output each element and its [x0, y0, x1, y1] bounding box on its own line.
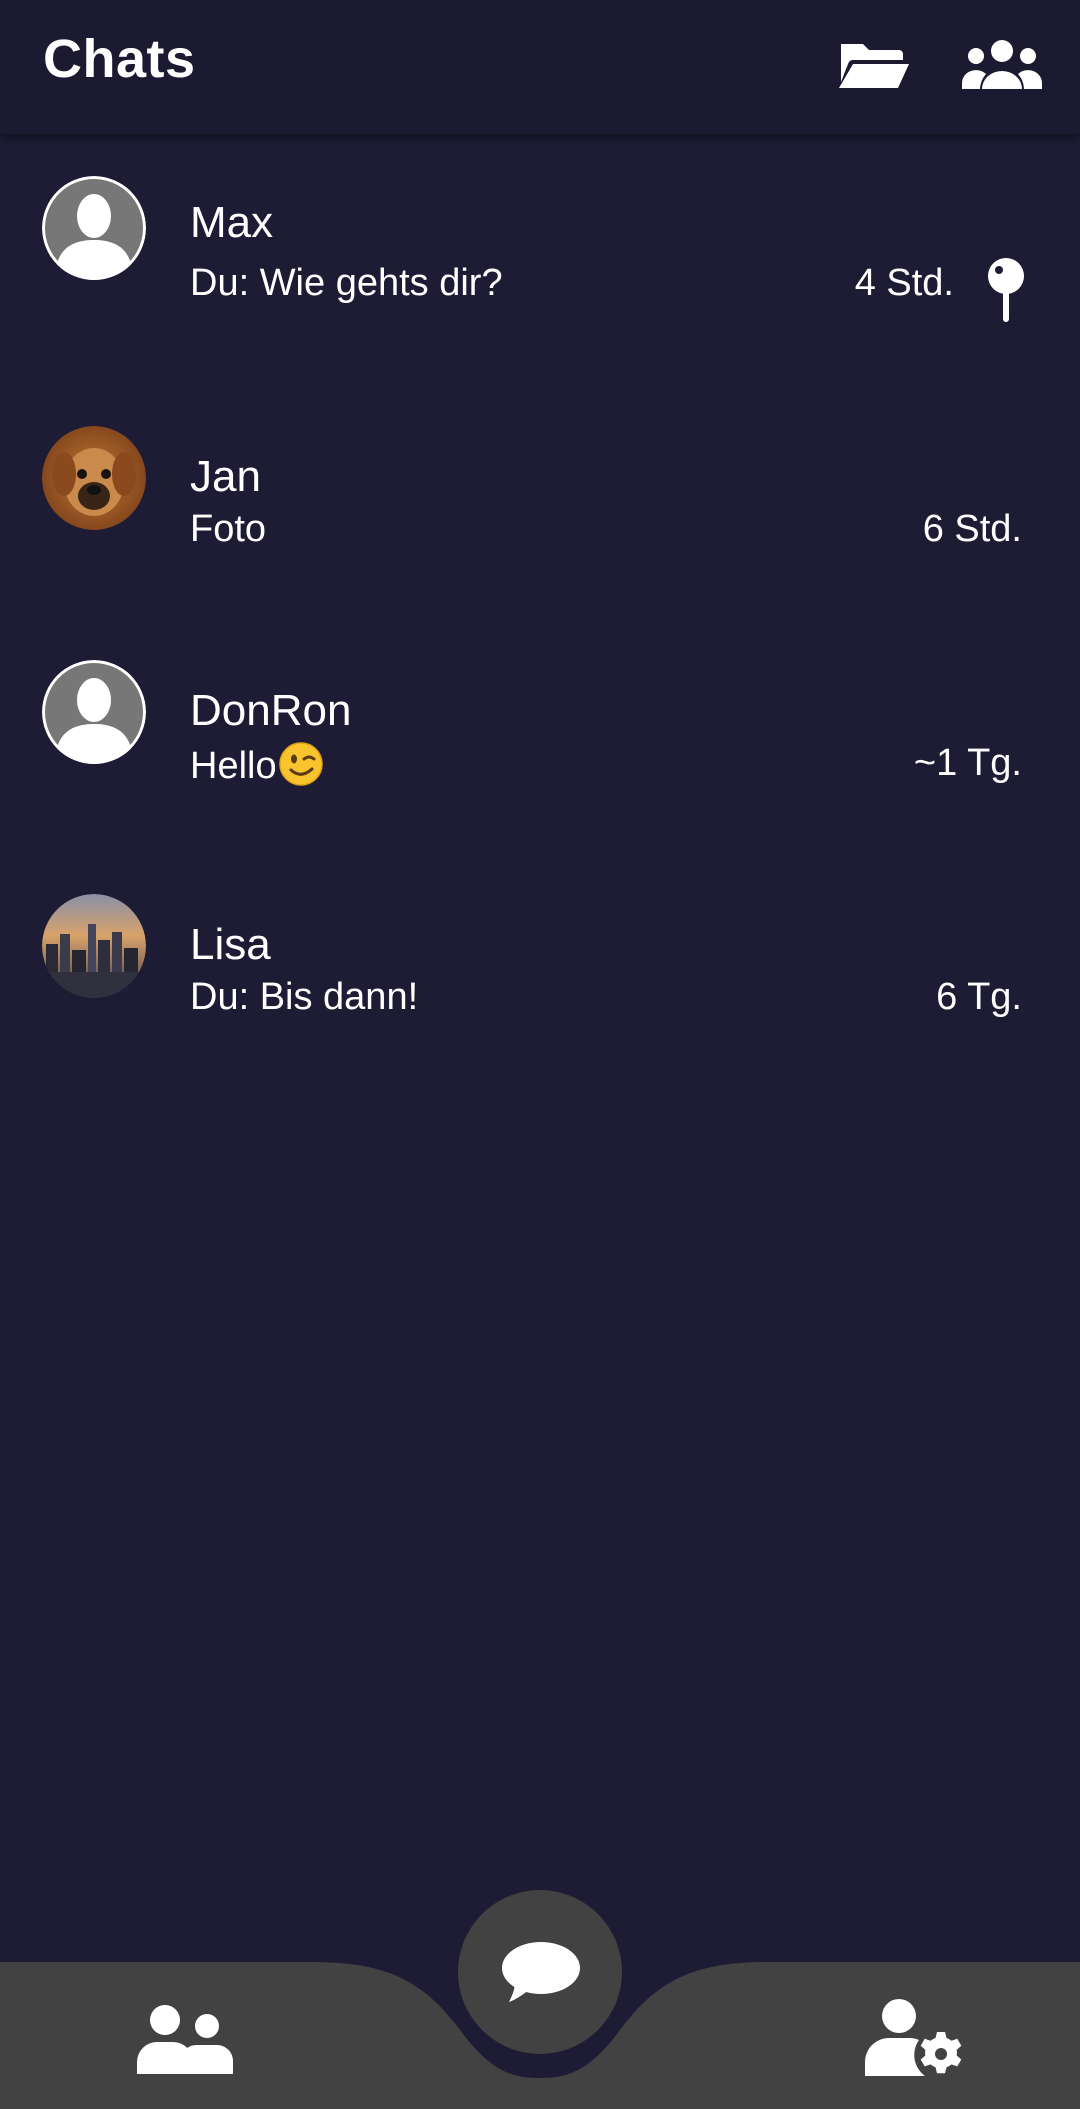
chat-name: Lisa: [190, 920, 271, 969]
winking-face-emoji: [278, 742, 323, 786]
page-title: Chats: [43, 29, 196, 89]
contacts-icon[interactable]: [120, 1990, 250, 2090]
chat-name: Jan: [190, 452, 261, 501]
chat-item-donron[interactable]: DonRon Hello ~1 Tg.: [0, 656, 1080, 856]
chat-item-jan[interactable]: Jan Foto 6 Std.: [0, 422, 1080, 622]
chat-bubble-icon: [502, 1942, 580, 2002]
avatar: [42, 894, 146, 998]
users-group-icon[interactable]: [960, 30, 1044, 100]
chat-time: 4 Std.: [854, 262, 954, 304]
new-chat-button[interactable]: [458, 1890, 622, 2054]
avatar: [42, 176, 146, 280]
chat-time: 6 Tg.: [936, 976, 1022, 1018]
chat-name: Max: [190, 198, 274, 247]
chat-time: ~1 Tg.: [913, 742, 1022, 784]
app-header: Chats: [0, 0, 1080, 134]
folder-open-icon[interactable]: [832, 30, 916, 100]
chat-preview-text: Hello: [190, 745, 277, 787]
chat-name: DonRon: [190, 686, 352, 735]
chat-preview: Du: Bis dann!: [190, 976, 419, 1018]
pin-icon[interactable]: [984, 256, 1028, 326]
chat-time: 6 Std.: [922, 508, 1022, 550]
user-settings-icon[interactable]: [850, 1988, 980, 2088]
chat-preview: Du: Wie gehts dir?: [190, 262, 503, 304]
chat-item-max[interactable]: Max Du: Wie gehts dir? 4 Std.: [0, 174, 1080, 374]
avatar: [42, 426, 146, 530]
avatar: [42, 660, 146, 764]
chat-preview: Foto: [190, 508, 267, 550]
chat-item-lisa[interactable]: Lisa Du: Bis dann! 6 Tg.: [0, 890, 1080, 1090]
chat-preview: Hello: [190, 742, 323, 788]
chats-screen: Chats Max Du: Wie gehts dir? 4 Std. Jan …: [0, 0, 1080, 2109]
